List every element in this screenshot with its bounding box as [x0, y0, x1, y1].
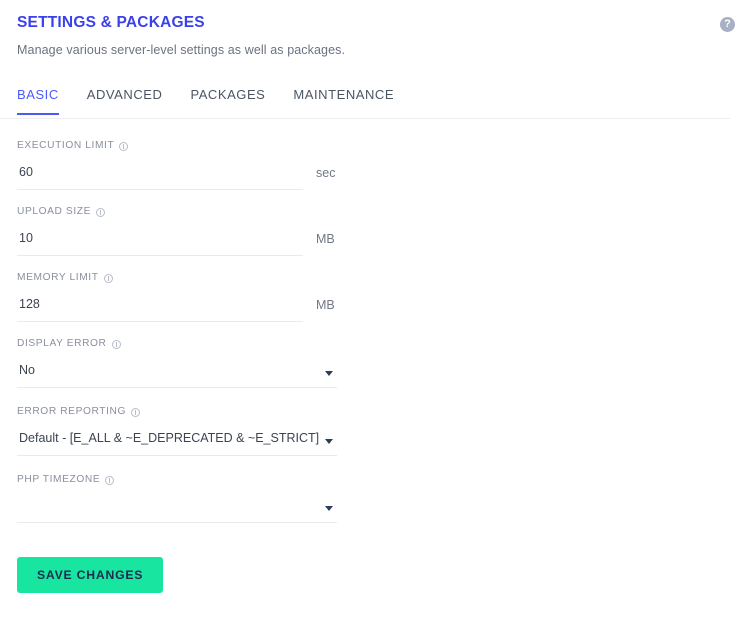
- php-timezone-select[interactable]: [17, 493, 337, 523]
- memory-limit-unit: MB: [316, 298, 335, 312]
- info-icon[interactable]: [111, 339, 121, 349]
- help-circle-icon[interactable]: ?: [720, 17, 735, 32]
- tab-bar: BASIC ADVANCED PACKAGES MAINTENANCE: [0, 86, 750, 119]
- display-error-label-row: DISPLAY ERROR: [17, 337, 733, 351]
- field-error-reporting: ERROR REPORTING Default - [E_ALL & ~E_DE…: [17, 405, 733, 456]
- memory-limit-control: MB: [17, 291, 733, 322]
- error-reporting-label-row: ERROR REPORTING: [17, 405, 733, 419]
- display-error-control: No: [17, 357, 733, 388]
- upload-size-input-wrap: [17, 225, 303, 256]
- php-timezone-select-wrap: [17, 493, 337, 523]
- error-reporting-control: Default - [E_ALL & ~E_DEPRECATED & ~E_ST…: [17, 425, 733, 456]
- chevron-down-icon[interactable]: [325, 506, 333, 511]
- upload-size-input[interactable]: [17, 225, 303, 256]
- field-execution-limit: EXECUTION LIMIT sec: [17, 139, 733, 190]
- memory-limit-label-row: MEMORY LIMIT: [17, 271, 733, 285]
- chevron-down-icon[interactable]: [325, 439, 333, 444]
- display-error-label: DISPLAY ERROR: [17, 338, 107, 349]
- chevron-down-icon[interactable]: [325, 371, 333, 376]
- settings-packages-page: ? SETTINGS & PACKAGES Manage various ser…: [0, 0, 750, 626]
- page-header: SETTINGS & PACKAGES Manage various serve…: [0, 0, 750, 58]
- page-subtitle: Manage various server-level settings as …: [17, 43, 346, 57]
- save-changes-button[interactable]: SAVE CHANGES: [17, 557, 164, 593]
- memory-limit-input-wrap: [17, 291, 303, 322]
- tab-packages[interactable]: PACKAGES: [190, 86, 265, 115]
- execution-limit-input[interactable]: [17, 159, 303, 190]
- execution-limit-label-row: EXECUTION LIMIT: [17, 139, 733, 153]
- display-error-select-wrap: No: [17, 357, 337, 388]
- php-timezone-control: [17, 493, 733, 523]
- error-reporting-label: ERROR REPORTING: [17, 406, 126, 417]
- upload-size-label-row: UPLOAD SIZE: [17, 205, 733, 219]
- upload-size-label: UPLOAD SIZE: [17, 206, 91, 217]
- info-icon[interactable]: [105, 475, 115, 485]
- field-display-error: DISPLAY ERROR No: [17, 337, 733, 388]
- upload-size-unit: MB: [316, 232, 335, 246]
- basic-settings-form: EXECUTION LIMIT sec UPLOAD SIZE MB: [0, 139, 750, 523]
- info-icon[interactable]: [95, 207, 105, 217]
- execution-limit-unit: sec: [316, 166, 336, 180]
- tab-advanced[interactable]: ADVANCED: [87, 86, 163, 115]
- info-icon[interactable]: [131, 407, 140, 417]
- execution-limit-label: EXECUTION LIMIT: [17, 140, 115, 151]
- memory-limit-input[interactable]: [17, 291, 303, 322]
- tab-divider: [0, 118, 730, 119]
- info-icon[interactable]: [119, 141, 129, 151]
- info-icon[interactable]: [103, 273, 113, 283]
- field-php-timezone: PHP TIMEZONE: [17, 473, 733, 523]
- error-reporting-select-wrap: Default - [E_ALL & ~E_DEPRECATED & ~E_ST…: [17, 425, 337, 456]
- page-title: SETTINGS & PACKAGES: [17, 14, 205, 31]
- form-actions: SAVE CHANGES: [0, 540, 750, 593]
- memory-limit-label: MEMORY LIMIT: [17, 272, 99, 283]
- execution-limit-control: sec: [17, 159, 733, 190]
- tab-basic[interactable]: BASIC: [17, 86, 59, 115]
- field-upload-size: UPLOAD SIZE MB: [17, 205, 733, 256]
- field-memory-limit: MEMORY LIMIT MB: [17, 271, 733, 322]
- php-timezone-label-row: PHP TIMEZONE: [17, 473, 733, 487]
- tab-maintenance[interactable]: MAINTENANCE: [293, 86, 394, 115]
- execution-limit-input-wrap: [17, 159, 303, 190]
- php-timezone-label: PHP TIMEZONE: [17, 474, 101, 485]
- display-error-select[interactable]: No: [17, 357, 337, 388]
- upload-size-control: MB: [17, 225, 733, 256]
- error-reporting-select[interactable]: Default - [E_ALL & ~E_DEPRECATED & ~E_ST…: [17, 425, 337, 456]
